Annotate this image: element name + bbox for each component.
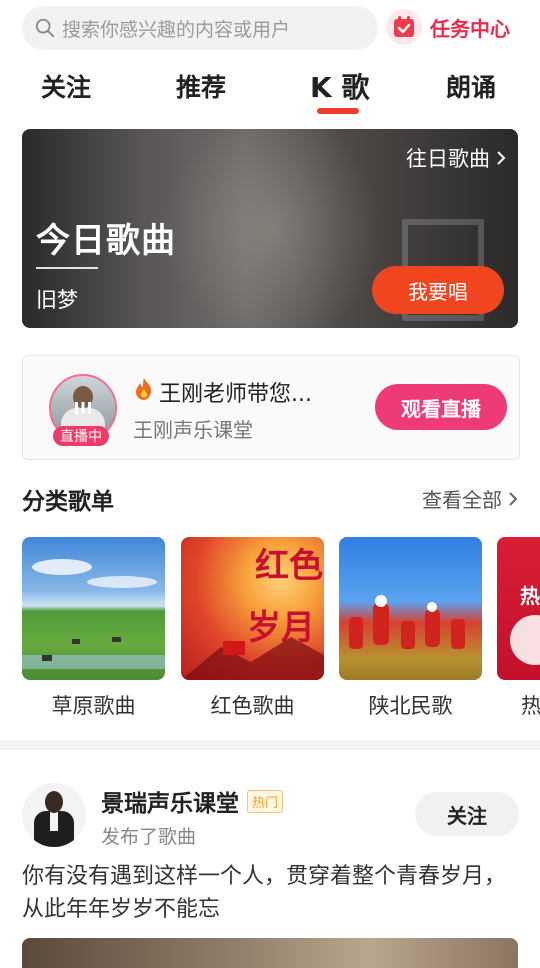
banner-title: 今日歌曲 (36, 221, 176, 261)
post-action: 发布了歌曲 (101, 826, 197, 848)
playlist-cover-red-songs[interactable]: 红色 岁月 (181, 537, 324, 680)
grassland-image (22, 559, 165, 669)
author-avatar[interactable] (22, 783, 86, 847)
folk-dance-image (349, 595, 465, 649)
playlist-label-shaanbei[interactable]: 陕北民歌 (339, 690, 482, 720)
task-center-button[interactable]: 任务中心 (386, 9, 510, 45)
sing-button[interactable]: 我要唱 (372, 266, 504, 314)
chevron-right-icon (497, 151, 506, 165)
past-songs-link[interactable]: 往日歌曲 (406, 143, 508, 173)
cover-text-hot: 热 (520, 584, 540, 608)
live-title: 王刚老师带您... (133, 376, 312, 408)
section-divider (0, 740, 540, 750)
playlist-cover-grassland[interactable] (22, 537, 165, 680)
live-bars-icon (75, 402, 91, 414)
banner-divider (36, 267, 98, 269)
post-image[interactable] (22, 938, 518, 968)
tab-recitation[interactable]: 朗诵 (446, 68, 496, 104)
cover-text-suiyue: 岁月 (247, 608, 315, 648)
search-icon (35, 18, 55, 38)
live-badge: 直播中 (53, 426, 109, 446)
category-section-title: 分类歌单 (22, 489, 114, 515)
playlist-label-hot[interactable]: 热 (521, 690, 540, 720)
live-subtitle: 王刚声乐课堂 (133, 418, 253, 442)
fire-icon (133, 377, 155, 407)
banner-song-name: 旧梦 (36, 288, 78, 312)
playlist-cover-shaanbei[interactable] (339, 537, 482, 680)
chevron-right-icon (509, 491, 518, 506)
tab-karaoke[interactable]: K 歌 (310, 66, 369, 106)
calendar-check-icon (386, 9, 422, 45)
avatar-head (45, 791, 63, 813)
avatar-shirt (50, 811, 58, 831)
tab-recommend[interactable]: 推荐 (176, 68, 226, 104)
search-bar[interactable]: 搜索你感兴趣的内容或用户 (22, 6, 378, 50)
search-placeholder: 搜索你感兴趣的内容或用户 (62, 18, 291, 41)
author-name-text: 景瑞声乐课堂 (101, 791, 239, 817)
tab-follow[interactable]: 关注 (41, 68, 91, 104)
task-center-label: 任务中心 (430, 16, 510, 41)
red-songs-image: 红色 岁月 (181, 546, 324, 680)
watch-live-button[interactable]: 观看直播 (375, 384, 507, 430)
today-song-banner[interactable]: 往日歌曲 今日歌曲 旧梦 我要唱 (22, 129, 518, 328)
playlist-label-red-songs[interactable]: 红色歌曲 (181, 690, 324, 720)
playlist-label-grassland[interactable]: 草原歌曲 (22, 690, 165, 720)
active-tab-indicator (317, 108, 359, 114)
view-all-label: 查看全部 (422, 488, 502, 512)
live-title-text: 王刚老师带您... (159, 382, 312, 407)
view-all-link[interactable]: 查看全部 (422, 484, 520, 513)
banner-photo (162, 129, 382, 328)
post-text[interactable]: 你有没有遇到这样一个人，贯穿着整个青春岁月，从此年年岁岁不能忘 (22, 860, 522, 926)
live-card[interactable]: 直播中 王刚老师带您... 王刚声乐课堂 观看直播 (22, 355, 520, 460)
past-songs-label: 往日歌曲 (406, 147, 490, 171)
follow-button[interactable]: 关注 (415, 792, 519, 836)
hot-badge: 热门 (247, 789, 284, 813)
cover-text-hong: 红色 (255, 546, 323, 586)
author-name[interactable]: 景瑞声乐课堂 热门 (101, 784, 284, 818)
